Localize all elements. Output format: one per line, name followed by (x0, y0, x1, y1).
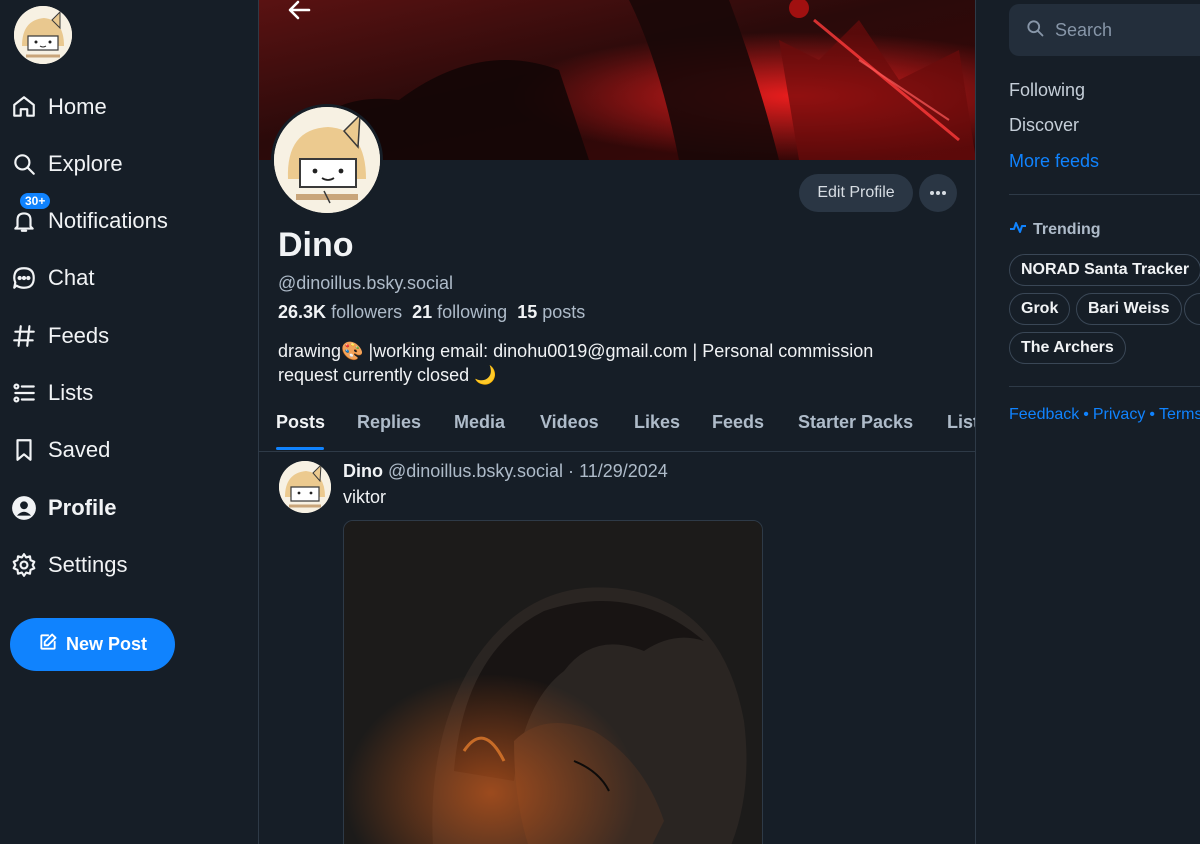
footer-feedback-link[interactable]: Feedback (1009, 406, 1079, 423)
bookmark-icon (10, 436, 38, 464)
trending-chip[interactable]: Bari Weiss (1076, 293, 1182, 325)
profile-tabs: Posts Replies Media Videos Likes Feeds S… (259, 400, 975, 452)
footer-terms-link[interactable]: Terms (1159, 406, 1200, 423)
profile-stats: 26.3K followers 21 following 15 posts (278, 302, 585, 323)
bell-icon (10, 207, 38, 235)
footer-separator: • (1149, 406, 1155, 423)
nav-profile-label: Profile (48, 495, 117, 520)
feed-link-following[interactable]: Following (1009, 80, 1085, 101)
left-sidebar: Home Explore 30+ Notifications Chat Feed… (0, 0, 258, 844)
nav-saved-label: Saved (48, 437, 111, 462)
tab-replies[interactable]: Replies (357, 412, 421, 433)
nav-saved[interactable]: Saved (10, 428, 240, 472)
search-input[interactable] (1055, 19, 1200, 41)
following-count: 21 (412, 302, 433, 322)
right-sidebar: Following Discover More feeds Trending N… (976, 0, 1200, 844)
tab-posts[interactable]: Posts (276, 412, 325, 433)
posts-count: 15 (517, 302, 538, 322)
tab-lists[interactable]: List (947, 412, 975, 433)
notifications-badge: 30+ (20, 193, 51, 209)
post-author-handle[interactable]: @dinoillus.bsky.social (388, 461, 563, 481)
more-feeds-link[interactable]: More feeds (1009, 151, 1099, 172)
followers-label: followers (331, 302, 403, 322)
post-meta-separator: · (568, 461, 575, 481)
search-icon (10, 150, 38, 178)
profile-avatar[interactable] (271, 104, 383, 216)
tab-videos[interactable]: Videos (540, 412, 599, 433)
section-divider (1009, 386, 1200, 387)
ellipsis-icon (930, 191, 946, 195)
nav-settings-label: Settings (48, 552, 128, 577)
tab-feeds[interactable]: Feeds (712, 412, 764, 433)
trending-title: Trending (1033, 220, 1101, 238)
trending-chip-partial[interactable] (1184, 293, 1200, 325)
post-date[interactable]: 11/29/2024 (579, 461, 668, 481)
user-icon (10, 494, 38, 522)
home-icon (10, 93, 38, 121)
trending-icon (1009, 220, 1027, 239)
bio-line-1: drawing🎨 |working email: dinohu0019@gmai… (278, 341, 874, 361)
edit-profile-button[interactable]: Edit Profile (799, 174, 913, 212)
nav-explore-label: Explore (48, 151, 123, 176)
profile-handle: @dinoillus.bsky.social (278, 273, 454, 293)
nav-home[interactable]: Home (10, 85, 240, 129)
nav-chat[interactable]: Chat (10, 256, 240, 300)
app-window: Home Explore 30+ Notifications Chat Feed… (0, 0, 1200, 844)
nav-notifications[interactable]: 30+ Notifications (10, 193, 240, 243)
feed-link-discover[interactable]: Discover (1009, 115, 1079, 136)
hash-icon (10, 322, 38, 350)
post-meta: Dino @dinoillus.bsky.social · 11/29/2024 (343, 461, 668, 482)
section-divider (1009, 194, 1200, 195)
list-icon (10, 379, 38, 407)
nav-explore[interactable]: Explore (10, 142, 240, 186)
following-label: following (437, 302, 508, 322)
arrow-left-icon (288, 0, 311, 20)
nav-chat-label: Chat (48, 265, 95, 290)
user-avatar[interactable] (14, 6, 72, 64)
new-post-button[interactable]: New Post (10, 618, 175, 671)
nav-feeds-label: Feeds (48, 323, 110, 348)
nav-profile[interactable]: Profile (10, 486, 240, 530)
nav-settings[interactable]: Settings (10, 543, 240, 587)
chat-icon (10, 264, 38, 292)
bio-line-2: request currently closed 🌙 (278, 365, 497, 385)
following-stat[interactable]: 21 following (412, 302, 507, 323)
nav-home-label: Home (48, 94, 107, 119)
footer-privacy-link[interactable]: Privacy (1093, 406, 1145, 423)
profile-display-name: Dino (278, 226, 354, 264)
search-icon (1025, 18, 1045, 43)
trending-chip[interactable]: The Archers (1009, 332, 1126, 364)
footer-links: Feedback • Privacy • Terms (1009, 406, 1200, 424)
tab-likes[interactable]: Likes (634, 412, 680, 433)
followers-count: 26.3K (278, 302, 327, 322)
posts-label: posts (542, 302, 586, 322)
post-author-name[interactable]: Dino (343, 461, 383, 481)
trending-heading: Trending (1009, 220, 1101, 239)
nav-lists[interactable]: Lists (10, 371, 240, 415)
tab-media[interactable]: Media (454, 412, 505, 433)
nav-lists-label: Lists (48, 380, 94, 405)
post-author-avatar[interactable] (279, 461, 331, 513)
new-post-label: New Post (65, 634, 148, 654)
nav-notifications-label: Notifications (48, 208, 168, 233)
more-options-button[interactable] (919, 174, 957, 212)
profile-column: Edit Profile Dino @dinoillus.bsky.social… (258, 0, 976, 844)
profile-bio: drawing🎨 |working email: dinohu0019@gmai… (278, 339, 938, 387)
posts-stat: 15 posts (517, 302, 585, 323)
trending-chip[interactable]: Grok (1009, 293, 1071, 325)
post-image[interactable] (343, 520, 763, 844)
followers-stat[interactable]: 26.3K followers (278, 302, 402, 323)
tab-starter-packs[interactable]: Starter Packs (798, 412, 913, 433)
gear-icon (10, 551, 38, 579)
post-text: viktor (343, 487, 387, 507)
post-item[interactable]: Dino @dinoillus.bsky.social · 11/29/2024… (259, 452, 975, 844)
nav-feeds[interactable]: Feeds (10, 314, 240, 358)
active-tab-indicator (276, 447, 324, 450)
back-button[interactable] (283, 0, 315, 24)
compose-icon (38, 632, 58, 657)
footer-separator: • (1083, 406, 1089, 423)
trending-chip[interactable]: NORAD Santa Tracker (1009, 254, 1200, 286)
search-box[interactable] (1009, 4, 1200, 56)
